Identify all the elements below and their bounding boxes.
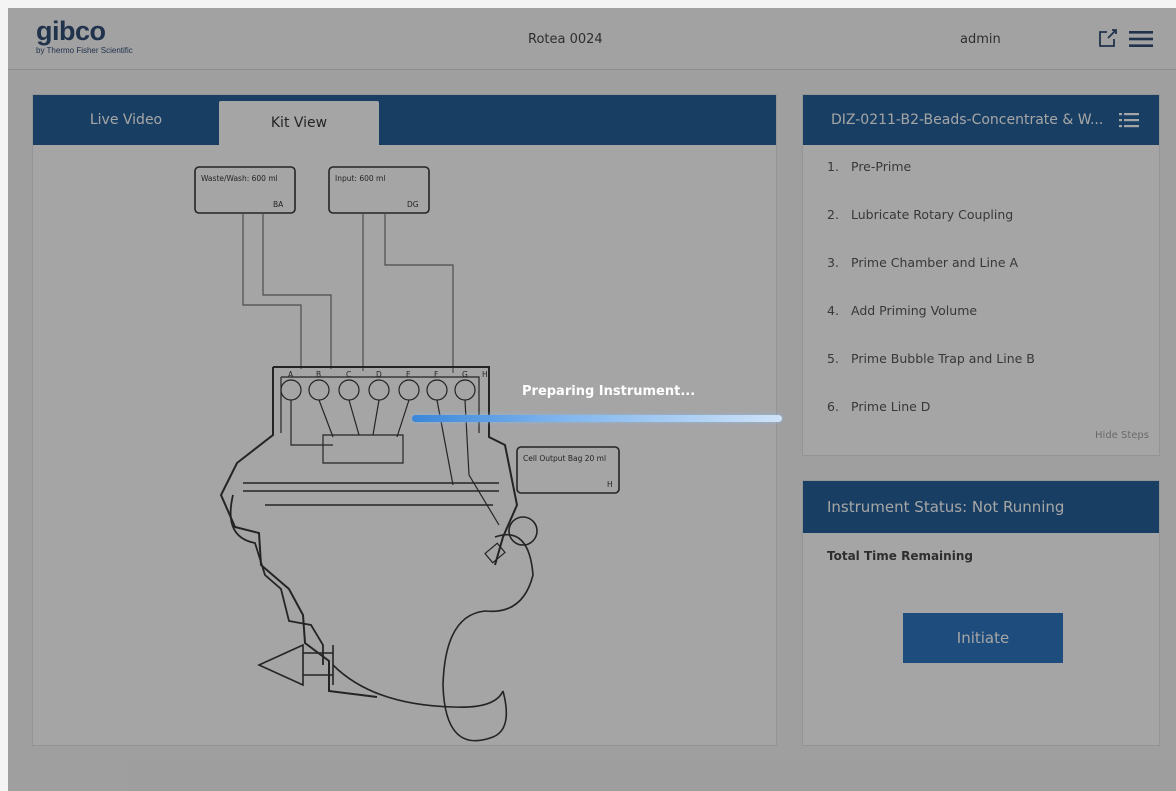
loading-message: Preparing Instrument... [522, 384, 696, 399]
app-window: gibco by Thermo Fisher Scientific Rotea … [0, 0, 1176, 791]
loading-overlay: Preparing Instrument... [8, 8, 1176, 791]
loading-progress-bar [412, 415, 782, 422]
